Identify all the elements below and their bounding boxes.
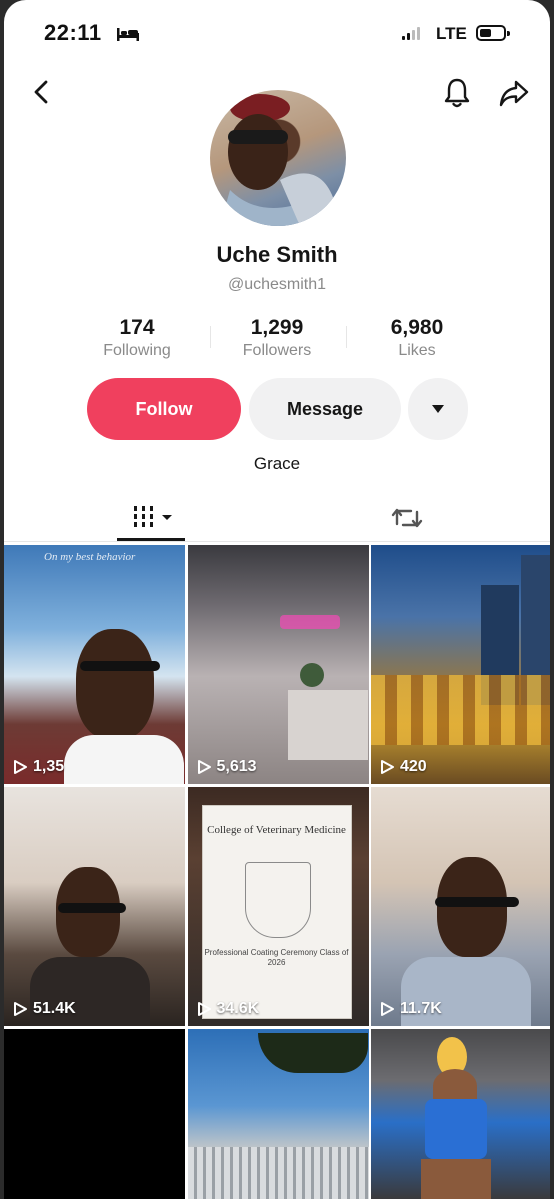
ceremony-program: College of Veterinary Medicine Professio… [201, 805, 352, 1019]
profile-bio: Grace [253, 454, 301, 473]
view-count: 420 [379, 758, 427, 776]
view-count: 34.6K [196, 1000, 260, 1018]
video-grid: On my best behavior 1,35 5,613 420 51.4K… [4, 545, 550, 1199]
stat-label: Followers [242, 342, 312, 359]
status-time: 22:11 [44, 20, 102, 45]
play-icon [14, 1002, 27, 1016]
battery-icon [476, 25, 510, 41]
back-icon[interactable] [28, 78, 56, 106]
tab-reposts[interactable] [277, 496, 550, 542]
play-icon [197, 760, 211, 774]
follow-button[interactable]: Follow [87, 378, 241, 440]
stat-value: 1,299 [250, 316, 304, 339]
stat-followers[interactable]: 1,299 Followers [202, 316, 352, 360]
avatar[interactable] [210, 90, 346, 226]
stat-value: 6,980 [390, 316, 444, 339]
view-count-value: 420 [400, 758, 427, 775]
message-button[interactable]: Message [249, 378, 401, 440]
play-icon [197, 1002, 211, 1016]
stat-value: 174 [119, 316, 155, 339]
view-count-value: 51.4K [33, 1000, 76, 1017]
tab-divider [4, 541, 550, 542]
play-icon [381, 1002, 394, 1016]
view-count: 11.7K [379, 1000, 442, 1018]
profile-handle: @uchesmith1 [227, 276, 327, 293]
video-thumbnail[interactable]: 11.7K [371, 787, 550, 1026]
video-thumbnail[interactable]: 420 [371, 545, 550, 784]
play-icon [14, 760, 27, 774]
status-bar: 22:11 LTE [4, 14, 550, 50]
videos-grid-icon [134, 506, 172, 527]
phone-screen: 22:11 LTE Uche Smith @uchesmith1 174 Fol… [4, 0, 550, 1199]
view-count-value: 5,613 [216, 758, 257, 775]
video-thumbnail[interactable]: College of Veterinary Medicine Professio… [187, 787, 369, 1026]
program-title: College of Veterinary Medicine [207, 824, 346, 836]
more-options-button[interactable] [408, 378, 468, 440]
view-count: 5,613 [196, 758, 257, 776]
thumbnail-caption: On my best behavior [44, 551, 136, 563]
view-count: 1,35 [12, 758, 64, 776]
video-thumbnail[interactable]: 5,613 [187, 545, 369, 784]
video-thumbnail[interactable] [371, 1029, 550, 1199]
stat-likes: 6,980 Likes [342, 316, 492, 360]
tab-videos[interactable] [4, 496, 277, 542]
view-count-value: 34.6K [216, 1000, 260, 1017]
repost-icon [391, 508, 423, 528]
program-caption: Professional Coating Ceremony Class of 2… [204, 948, 349, 968]
caret-down-icon [432, 405, 444, 413]
stat-following[interactable]: 174 Following [62, 316, 212, 360]
video-thumbnail[interactable]: 51.4K [4, 787, 185, 1026]
view-count-value: 11.7K [400, 1000, 442, 1017]
stat-label: Following [103, 342, 171, 359]
network-label: LTE [436, 24, 467, 43]
share-icon[interactable] [498, 78, 530, 108]
stat-label: Likes [398, 342, 436, 359]
view-count-value: 1,35 [33, 758, 65, 775]
video-thumbnail[interactable]: On my best behavior 1,35 [4, 545, 185, 784]
video-thumbnail[interactable] [4, 1029, 185, 1199]
play-icon [381, 760, 394, 774]
profile-name: Uche Smith [216, 242, 338, 267]
video-thumbnail[interactable] [187, 1029, 369, 1199]
bell-icon[interactable] [442, 76, 472, 110]
sleep-focus-icon [117, 28, 139, 41]
signal-icon [402, 26, 420, 40]
view-count: 51.4K [12, 1000, 76, 1018]
